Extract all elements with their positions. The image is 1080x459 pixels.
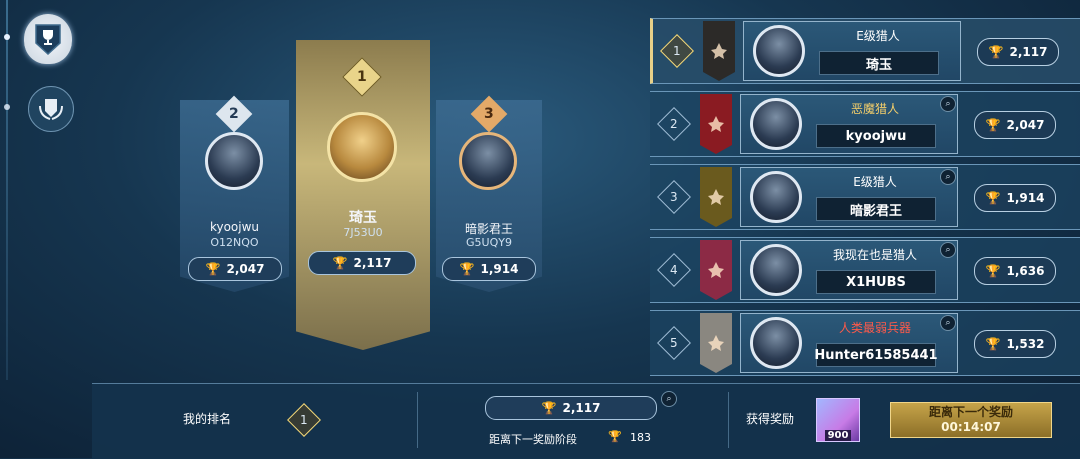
reward-label: 获得奖励 — [746, 412, 795, 426]
row-score: 🏆 1,532 — [974, 330, 1056, 358]
guild-banner-icon — [700, 94, 732, 154]
podium-code-3: G5UQY9 — [466, 236, 512, 249]
emblem-icon — [711, 43, 727, 59]
player-name: X1HUBS — [816, 270, 936, 294]
row-rank-badge: 5 — [657, 326, 691, 360]
crystal-reward-icon[interactable]: 900 — [816, 398, 860, 442]
emblem-icon — [708, 189, 724, 205]
my-rank-label: 我的排名 — [183, 412, 232, 426]
podium-avatar-2[interactable] — [205, 132, 263, 190]
player-title: 我现在也是猎人 — [832, 248, 917, 262]
row-avatar[interactable] — [750, 98, 802, 150]
row-avatar[interactable] — [750, 244, 802, 296]
podium-score-3: 🏆 1,914 — [442, 257, 536, 281]
search-icon[interactable]: ⌕ — [940, 315, 956, 331]
podium-code-1: 7J53U0 — [343, 226, 383, 239]
podium-name-2: kyoojwu — [209, 220, 260, 234]
podium-name-1: 琦玉 — [349, 210, 377, 226]
row-score: 🏆 1,636 — [974, 257, 1056, 285]
next-reward-timer: 00:14:07 — [941, 420, 1001, 434]
trophy-shield-icon — [35, 24, 61, 56]
guild-banner-icon — [700, 167, 732, 227]
my-score-pill: 🏆 2,117 — [485, 396, 657, 420]
row-score: 🏆 2,047 — [974, 111, 1056, 139]
reward-amount: 900 — [824, 430, 852, 441]
row-score: 🏆 2,117 — [977, 38, 1059, 66]
trophy-icon: 🏆 — [985, 191, 1001, 205]
leaderboard-row[interactable]: 2 恶魔猎人 kyoojwu ⌕ 🏆 2,047 — [650, 91, 1080, 157]
row-avatar[interactable] — [753, 25, 805, 77]
divider — [417, 392, 418, 448]
leaderboard-row[interactable]: 3 E级猎人 暗影君王 ⌕ 🏆 1,914 — [650, 164, 1080, 230]
player-name: 琦玉 — [819, 51, 939, 75]
search-icon[interactable]: ⌕ — [940, 96, 956, 112]
trophy-icon: 🏆 — [541, 401, 557, 415]
row-avatar[interactable] — [750, 171, 802, 223]
podium-name-3: 暗影君王 — [464, 222, 513, 236]
tab-trophy[interactable] — [24, 14, 72, 64]
player-name: kyoojwu — [816, 124, 936, 148]
player-name: 暗影君王 — [816, 197, 936, 221]
podium-avatar-3[interactable] — [459, 132, 517, 190]
trophy-icon: 🏆 — [332, 256, 348, 270]
emblem-icon — [708, 335, 724, 351]
leaderboard-row[interactable]: 5 人类最弱兵器 Hunter61585441 ⌕ 🏆 1,532 — [650, 310, 1080, 376]
player-title: 人类最弱兵器 — [838, 321, 911, 335]
next-reward-label: 距离下一个奖励 — [928, 405, 1013, 419]
next-stage-value: 183 — [630, 431, 651, 444]
leaderboard-row[interactable]: 1 E级猎人 琦玉 🏆 2,117 — [650, 18, 1080, 84]
divider — [728, 392, 729, 448]
player-title: E级猎人 — [856, 29, 900, 43]
leaderboard-row[interactable]: 4 我现在也是猎人 X1HUBS ⌕ 🏆 1,636 — [650, 237, 1080, 303]
tab-laurel[interactable] — [28, 86, 74, 132]
podium-score-2: 🏆 2,047 — [188, 257, 282, 281]
trophy-icon: 🏆 — [608, 430, 622, 443]
player-title: E级猎人 — [853, 175, 897, 189]
side-rail-line — [6, 0, 8, 380]
podium-avatar-1[interactable] — [327, 112, 397, 182]
guild-banner-icon — [700, 313, 732, 373]
guild-banner-icon — [703, 21, 735, 81]
trophy-icon: 🏆 — [205, 262, 221, 276]
trophy-icon: 🏆 — [985, 118, 1001, 132]
trophy-icon: 🏆 — [988, 45, 1004, 59]
guild-banner-icon — [700, 240, 732, 300]
row-avatar[interactable] — [750, 317, 802, 369]
row-rank-badge: 4 — [657, 253, 691, 287]
row-rank-badge: 1 — [660, 34, 694, 68]
rail-dot — [4, 104, 10, 110]
row-rank-badge: 3 — [657, 180, 691, 214]
player-name: Hunter61585441 — [814, 343, 938, 367]
search-icon[interactable]: ⌕ — [661, 391, 677, 407]
emblem-icon — [708, 262, 724, 278]
row-rank-badge: 2 — [657, 107, 691, 141]
trophy-icon: 🏆 — [459, 262, 475, 276]
emblem-icon — [708, 116, 724, 132]
laurel-shield-icon — [39, 99, 63, 120]
rail-dot-active — [4, 34, 10, 40]
row-score: 🏆 1,914 — [974, 184, 1056, 212]
search-icon[interactable]: ⌕ — [940, 242, 956, 258]
podium-score-1: 🏆 2,117 — [308, 251, 416, 275]
next-reward-timer-button[interactable]: 距离下一个奖励 00:14:07 — [890, 402, 1052, 438]
search-icon[interactable]: ⌕ — [940, 169, 956, 185]
trophy-icon: 🏆 — [985, 264, 1001, 278]
podium-code-2: O12NQO — [210, 236, 259, 249]
trophy-icon: 🏆 — [985, 337, 1001, 351]
next-stage-label: 距离下一奖励阶段 — [489, 433, 577, 446]
player-title: 恶魔猎人 — [850, 102, 899, 116]
